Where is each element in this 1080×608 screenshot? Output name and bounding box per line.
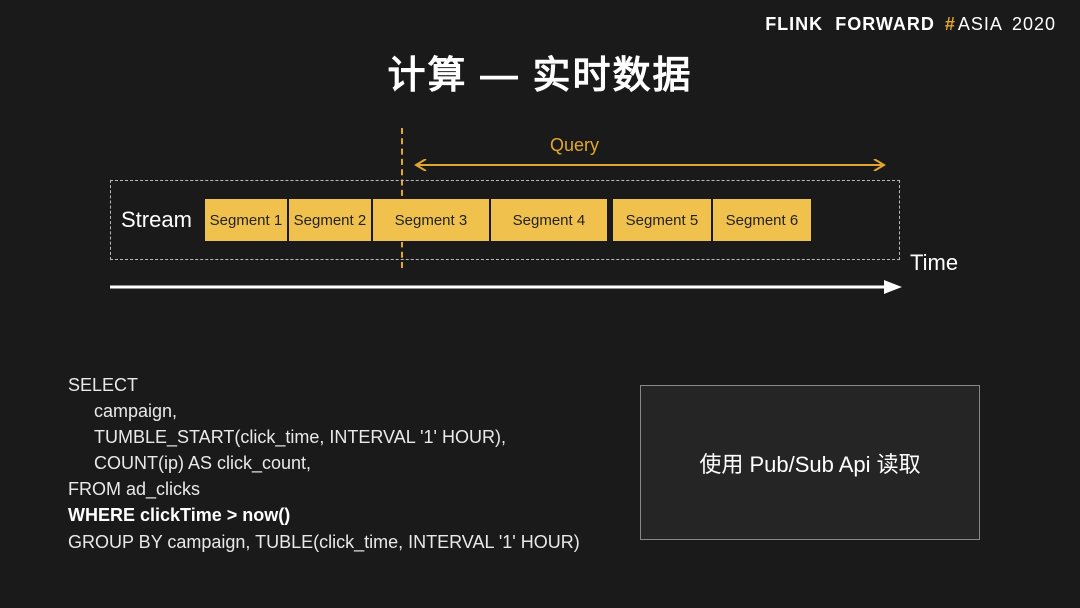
- segment-2: Segment 2: [288, 198, 372, 242]
- sql-block: SELECT campaign, TUMBLE_START(click_time…: [68, 372, 580, 555]
- page-title: 计算 — 实时数据: [0, 44, 1080, 99]
- segment-5: Segment 5: [612, 198, 712, 242]
- pubsub-box: 使用 Pub/Sub Api 读取: [640, 385, 980, 540]
- sql-line-7: GROUP BY campaign, TUBLE(click_time, INT…: [68, 529, 580, 555]
- stream-label: Stream: [121, 207, 192, 233]
- sql-line-3: TUMBLE_START(click_time, INTERVAL '1' HO…: [68, 424, 506, 450]
- brand-header: FLINK FORWARD #ASIA 2020: [765, 14, 1056, 35]
- time-arrow: [110, 278, 902, 296]
- sql-line-2: campaign,: [68, 398, 177, 424]
- segment-6: Segment 6: [712, 198, 812, 242]
- sql-line-1: SELECT: [68, 372, 580, 398]
- segment-3: Segment 3: [372, 198, 490, 242]
- brand-hash: #: [945, 14, 956, 34]
- slide: FLINK FORWARD #ASIA 2020 计算 — 实时数据 Query…: [0, 0, 1080, 608]
- query-arrow: [410, 158, 890, 170]
- time-axis-label: Time: [910, 250, 958, 276]
- brand-asia: ASIA: [958, 14, 1002, 34]
- brand-flink: FLINK: [765, 14, 823, 34]
- stream-diagram: Query Stream Segment 1 Segment 2 Segment…: [110, 128, 910, 298]
- segment-4: Segment 4: [490, 198, 608, 242]
- query-label: Query: [550, 135, 599, 156]
- pubsub-text: 使用 Pub/Sub Api 读取: [699, 447, 920, 479]
- sql-line-4: COUNT(ip) AS click_count,: [68, 450, 311, 476]
- sql-line-5: FROM ad_clicks: [68, 476, 580, 502]
- brand-year: 2020: [1012, 14, 1056, 34]
- segment-1: Segment 1: [204, 198, 288, 242]
- stream-container: Stream Segment 1 Segment 2 Segment 3 Seg…: [110, 180, 900, 260]
- brand-forward: FORWARD: [835, 14, 935, 34]
- sql-line-6: WHERE clickTime > now(): [68, 502, 580, 528]
